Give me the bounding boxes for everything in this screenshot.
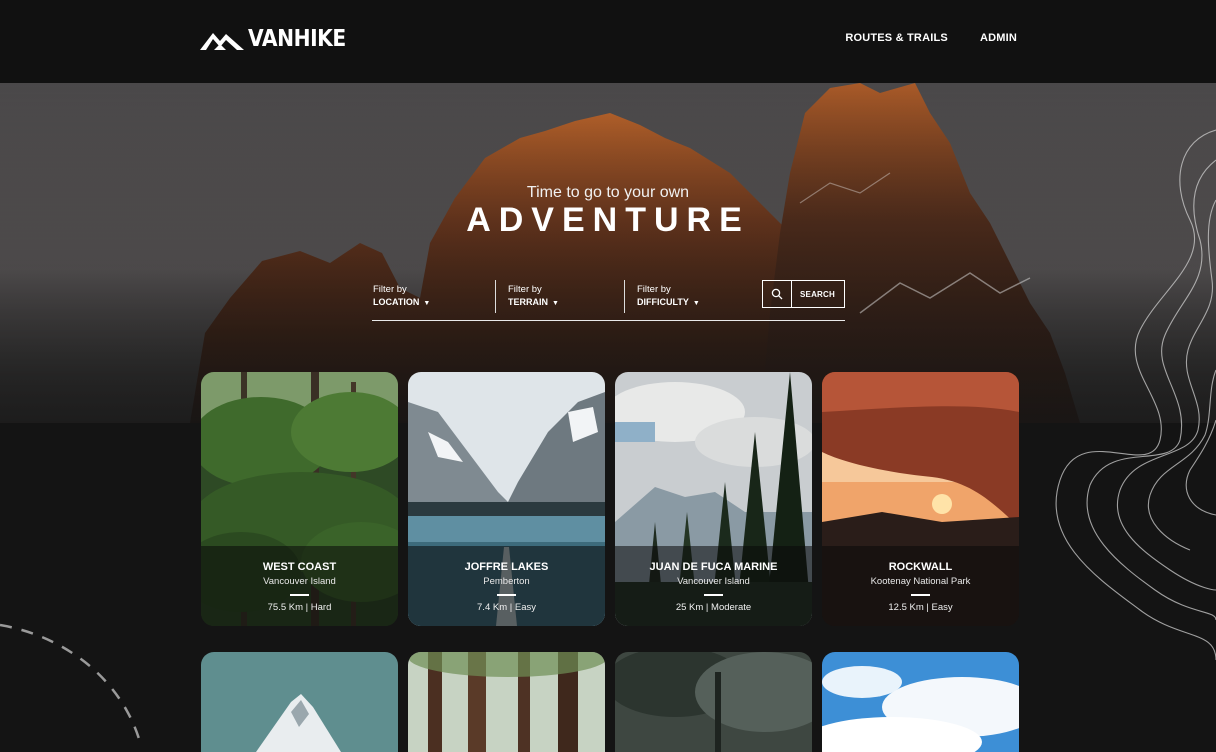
card-separator — [911, 594, 930, 596]
trail-distance-difficulty: 25 Km | Moderate — [675, 602, 752, 613]
filter-value: DIFFICULTY ▼ — [637, 297, 700, 307]
trail-distance-difficulty: 7.4 Km | Easy — [477, 602, 536, 613]
search-icon — [771, 288, 783, 300]
trail-card-peak[interactable] — [201, 652, 398, 752]
trail-photo-sky — [822, 652, 1019, 752]
trail-photo-peak — [201, 652, 398, 752]
trail-location: Vancouver Island — [677, 576, 750, 587]
filter-divider — [624, 280, 625, 313]
caret-down-icon: ▼ — [552, 300, 559, 307]
trail-card-juan-de-fuca[interactable]: JUAN DE FUCA MARINE Vancouver Island 25 … — [615, 372, 812, 626]
trail-location: Vancouver Island — [263, 576, 336, 587]
filter-terrain[interactable]: Filter by TERRAIN ▼ — [508, 283, 559, 310]
filter-value: TERRAIN ▼ — [508, 297, 559, 307]
trail-location: Pemberton — [483, 576, 530, 587]
filter-label: Filter by — [508, 284, 542, 295]
search-button[interactable]: SEARCH — [791, 280, 845, 308]
trail-photo-redwoods — [408, 652, 605, 752]
hero-tagline: Time to go to your own — [526, 184, 690, 201]
trail-title: JUAN DE FUCA MARINE — [649, 561, 778, 573]
trail-card-sky[interactable] — [822, 652, 1019, 752]
card-separator — [704, 594, 723, 596]
trail-card-redwoods[interactable] — [408, 652, 605, 752]
trail-card-west-coast[interactable]: WEST COAST Vancouver Island 75.5 Km | Ha… — [201, 372, 398, 626]
trail-card-joffre-lakes[interactable]: JOFFRE LAKES Pemberton 7.4 Km | Easy — [408, 372, 605, 626]
filter-value: LOCATION ▼ — [373, 297, 431, 307]
search-icon-button[interactable] — [762, 280, 792, 308]
filter-location[interactable]: Filter by LOCATION ▼ — [373, 283, 430, 310]
filter-label: Filter by — [637, 284, 671, 295]
topo-map-decoration — [1055, 129, 1216, 661]
trail-title: ROCKWALL — [888, 561, 953, 573]
brand-name: VANHIKE — [248, 26, 346, 52]
filter-label: Filter by — [373, 284, 407, 295]
dashed-trail-decoration — [0, 623, 142, 742]
hero-mountain-image — [0, 83, 1216, 423]
nav-admin[interactable]: ADMIN — [980, 32, 1017, 44]
trail-card-woods[interactable] — [615, 652, 812, 752]
top-navbar: VANHIKE ROUTES & TRAILS ADMIN — [0, 0, 1216, 83]
trail-card-rockwall[interactable]: ROCKWALL Kootenay National Park 12.5 Km … — [822, 372, 1019, 626]
trail-distance-difficulty: 12.5 Km | Easy — [888, 602, 953, 613]
trail-filter-bar: Filter by LOCATION ▼ Filter by TERRAIN ▼ F… — [372, 276, 845, 321]
trail-title: WEST COAST — [262, 561, 337, 573]
filter-difficulty[interactable]: Filter by DIFFICULTY ▼ — [637, 283, 700, 310]
main-nav: ROUTES & TRAILS ADMIN — [845, 32, 1017, 44]
trail-photo-woods — [615, 652, 812, 752]
hero-headline: ADVENTURE — [466, 201, 750, 239]
trail-title: JOFFRE LAKES — [464, 561, 549, 573]
card-separator — [497, 594, 516, 596]
caret-down-icon: ▼ — [423, 300, 431, 307]
caret-down-icon: ▼ — [692, 300, 700, 307]
card-separator — [290, 594, 309, 596]
hero-banner: Time to go to your own ADVENTURE Filter … — [0, 83, 1216, 423]
logo-mountain-icon — [200, 33, 244, 50]
nav-routes-trails[interactable]: ROUTES & TRAILS — [845, 32, 948, 44]
trail-location: Kootenay National Park — [870, 576, 971, 587]
trail-distance-difficulty: 75.5 Km | Hard — [267, 602, 332, 613]
brand-logo[interactable]: VANHIKE — [200, 26, 359, 52]
filter-divider — [495, 280, 496, 313]
